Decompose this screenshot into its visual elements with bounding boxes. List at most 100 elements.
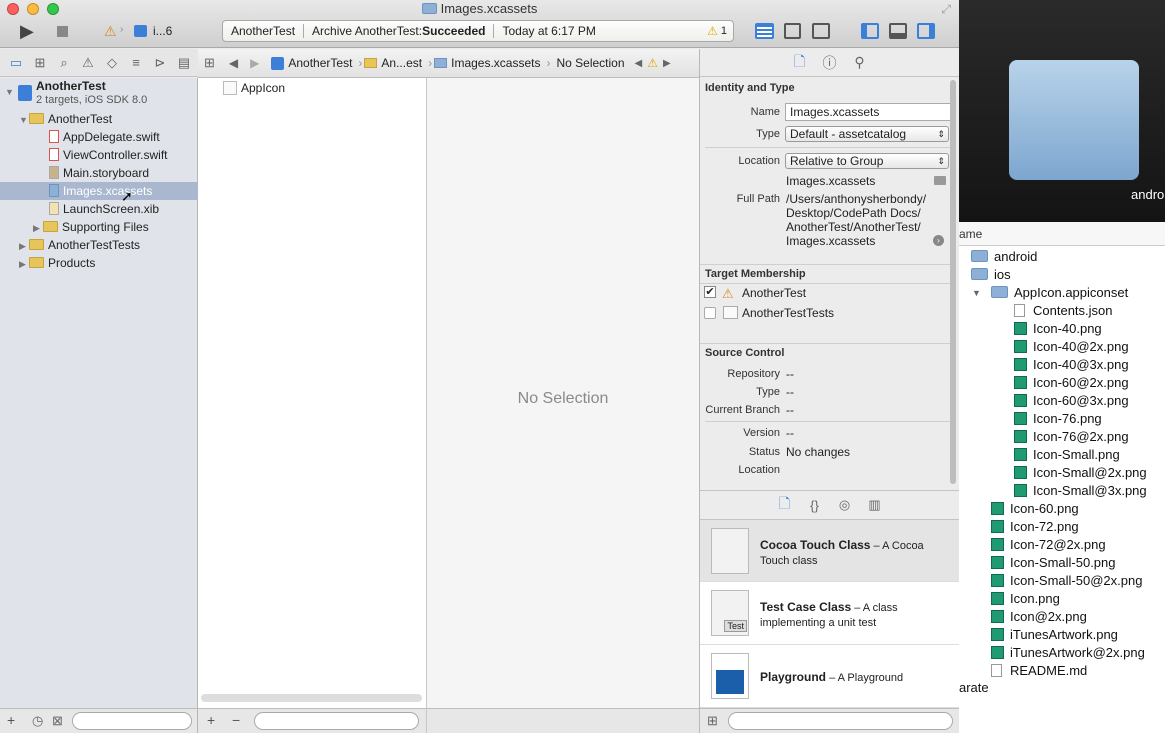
- run-button[interactable]: ▶: [20, 21, 34, 41]
- forward-arrow-icon[interactable]: ▶: [250, 56, 259, 70]
- breadcrumb-group[interactable]: An...est: [381, 56, 422, 70]
- target-checkbox-anothertesttests[interactable]: [704, 307, 716, 319]
- finder-item[interactable]: Icon-Small-50@2x.png: [959, 572, 1142, 590]
- symbol-navigator-icon[interactable]: ⊞: [28, 55, 52, 71]
- issue-navigator-icon[interactable]: ⚠: [76, 55, 100, 71]
- code-snippet-library-icon[interactable]: {}: [800, 498, 830, 513]
- finder-item[interactable]: ios: [959, 266, 1011, 284]
- finder-item[interactable]: Icon-Small@3x.png: [959, 482, 1147, 500]
- toggle-navigator-icon[interactable]: [861, 23, 879, 39]
- target-checkbox-anothertest[interactable]: ✔: [704, 286, 716, 298]
- nav-file-main-storyboard[interactable]: Main.storyboard: [0, 164, 198, 182]
- finder-item[interactable]: Icon-60@3x.png: [959, 392, 1129, 410]
- finder-item[interactable]: Icon-60.png: [959, 500, 1079, 518]
- back-arrow-icon[interactable]: ◀: [229, 56, 238, 70]
- finder-item[interactable]: Icon-Small.png: [959, 446, 1120, 464]
- finder-item[interactable]: ▼ AppIcon.appiconset: [959, 284, 1128, 302]
- disclosure-open-icon[interactable]: ▼: [5, 83, 15, 101]
- disclosure-open-icon[interactable]: ▼: [972, 284, 981, 302]
- asset-filter-input[interactable]: [254, 712, 419, 730]
- finder-column-header[interactable]: ame: [959, 222, 1165, 246]
- finder-item[interactable]: Icon-40.png: [959, 320, 1102, 338]
- name-field[interactable]: Images.xcassets: [785, 103, 951, 121]
- file-template-library-icon[interactable]: 🗋: [770, 493, 800, 517]
- finder-item[interactable]: Icon-76@2x.png: [959, 428, 1129, 446]
- reveal-in-finder-icon[interactable]: ›: [933, 235, 944, 246]
- finder-item[interactable]: Icon@2x.png: [959, 608, 1087, 626]
- finder-item[interactable]: Icon-60@2x.png: [959, 374, 1129, 392]
- scm-filter-icon[interactable]: ⊠: [52, 713, 63, 729]
- horizontal-scrollbar[interactable]: [201, 694, 422, 702]
- finder-item[interactable]: android: [959, 248, 1037, 266]
- toggle-debug-area-icon[interactable]: [889, 23, 907, 39]
- grid-view-icon[interactable]: ⊞: [707, 713, 718, 729]
- nav-group-products[interactable]: ▶ Products: [0, 254, 198, 272]
- library-filter-input[interactable]: [728, 712, 953, 730]
- folder-icon[interactable]: ▭: [4, 55, 28, 71]
- remove-icon[interactable]: −: [232, 712, 240, 728]
- finder-item[interactable]: Contents.json: [959, 302, 1113, 320]
- library-item-playground[interactable]: Playground – A Playground: [700, 645, 959, 708]
- finder-item[interactable]: iTunesArtwork@2x.png: [959, 644, 1145, 662]
- fullscreen-icon[interactable]: ⤢: [941, 2, 951, 17]
- next-issue-icon[interactable]: ▶: [663, 58, 671, 69]
- breadcrumb-selection[interactable]: No Selection: [556, 56, 624, 70]
- log-navigator-icon[interactable]: ▤: [172, 55, 196, 71]
- finder-item[interactable]: Icon-72@2x.png: [959, 536, 1106, 554]
- finder-item[interactable]: Icon-Small@2x.png: [959, 464, 1147, 482]
- add-icon[interactable]: +: [207, 712, 215, 728]
- warning-count[interactable]: 1: [721, 25, 727, 37]
- search-icon[interactable]: ⌕: [52, 55, 76, 71]
- disclosure-closed-icon[interactable]: ▶: [19, 255, 29, 273]
- navigator-filter-input[interactable]: [72, 712, 192, 730]
- finder-item[interactable]: iTunesArtwork.png: [959, 626, 1118, 644]
- recent-files-icon[interactable]: ◷: [32, 713, 43, 729]
- nav-file-appdelegate[interactable]: AppDelegate.swift: [0, 128, 198, 146]
- breadcrumb-file[interactable]: Images.xcassets: [451, 56, 540, 70]
- quick-help-icon[interactable]: ⓘ: [815, 53, 845, 73]
- nav-file-launchscreen[interactable]: LaunchScreen.xib: [0, 200, 198, 218]
- finder-item[interactable]: README.md: [959, 662, 1087, 680]
- nav-file-images-xcassets[interactable]: Images.xcassets: [0, 182, 198, 200]
- project-root[interactable]: ▼ AnotherTest 2 targets, iOS SDK 8.0: [0, 78, 198, 108]
- finder-item[interactable]: Icon.png: [959, 590, 1060, 608]
- type-popup[interactable]: Default - assetcatalog ⇕: [785, 126, 949, 142]
- finder-item[interactable]: Icon-40@2x.png: [959, 338, 1129, 356]
- finder-item[interactable]: Icon-72.png: [959, 518, 1079, 536]
- warning-icon[interactable]: ⚠: [647, 56, 658, 70]
- nav-group-anothertest[interactable]: ▼ AnotherTest: [0, 110, 198, 128]
- file-inspector-icon[interactable]: 🗋: [785, 51, 815, 75]
- assistant-editor-icon[interactable]: [784, 23, 801, 39]
- scheme-icon[interactable]: ⚠: [104, 23, 117, 40]
- previous-issue-icon[interactable]: ◀: [635, 58, 643, 69]
- inspector-scrollbar[interactable]: [950, 80, 956, 484]
- scheme-destination[interactable]: i...6: [153, 24, 172, 38]
- related-items-icon[interactable]: ⊞: [204, 55, 215, 71]
- finder-item[interactable]: Icon-40@3x.png: [959, 356, 1129, 374]
- breakpoint-navigator-icon[interactable]: ⊳: [148, 55, 172, 71]
- warning-icon[interactable]: ⚠: [707, 24, 718, 38]
- library-item-cocoa-touch-class[interactable]: Cocoa Touch Class – A Cocoa Touch class: [700, 520, 959, 582]
- choose-folder-icon[interactable]: [934, 176, 946, 185]
- object-library-icon[interactable]: ◎: [830, 497, 860, 513]
- version-editor-icon[interactable]: [812, 23, 830, 39]
- finder-item[interactable]: Icon-Small-50.png: [959, 554, 1116, 572]
- toggle-utilities-icon[interactable]: [917, 23, 935, 39]
- disclosure-closed-icon[interactable]: ▶: [19, 237, 29, 255]
- nav-group-anothertesttests[interactable]: ▶ AnotherTestTests: [0, 236, 198, 254]
- disclosure-closed-icon[interactable]: ▶: [33, 219, 43, 237]
- attributes-inspector-icon[interactable]: ⚲: [845, 54, 875, 71]
- add-icon[interactable]: +: [7, 712, 15, 728]
- finder-item[interactable]: Icon-76.png: [959, 410, 1102, 428]
- library-item-test-case-class[interactable]: Test Test Case Class – A class implement…: [700, 582, 959, 645]
- standard-editor-icon[interactable]: [755, 23, 774, 39]
- nav-file-viewcontroller[interactable]: ViewController.swift: [0, 146, 198, 164]
- disclosure-open-icon[interactable]: ▼: [19, 111, 29, 129]
- test-navigator-icon[interactable]: ◇: [100, 55, 124, 71]
- nav-group-supporting-files[interactable]: ▶ Supporting Files: [0, 218, 198, 236]
- breadcrumb-project[interactable]: AnotherTest: [288, 56, 352, 70]
- stop-button[interactable]: [57, 26, 68, 37]
- media-library-icon[interactable]: ▥: [860, 497, 890, 513]
- location-popup[interactable]: Relative to Group ⇕: [785, 153, 949, 169]
- asset-set-appicon[interactable]: AppIcon: [223, 81, 285, 95]
